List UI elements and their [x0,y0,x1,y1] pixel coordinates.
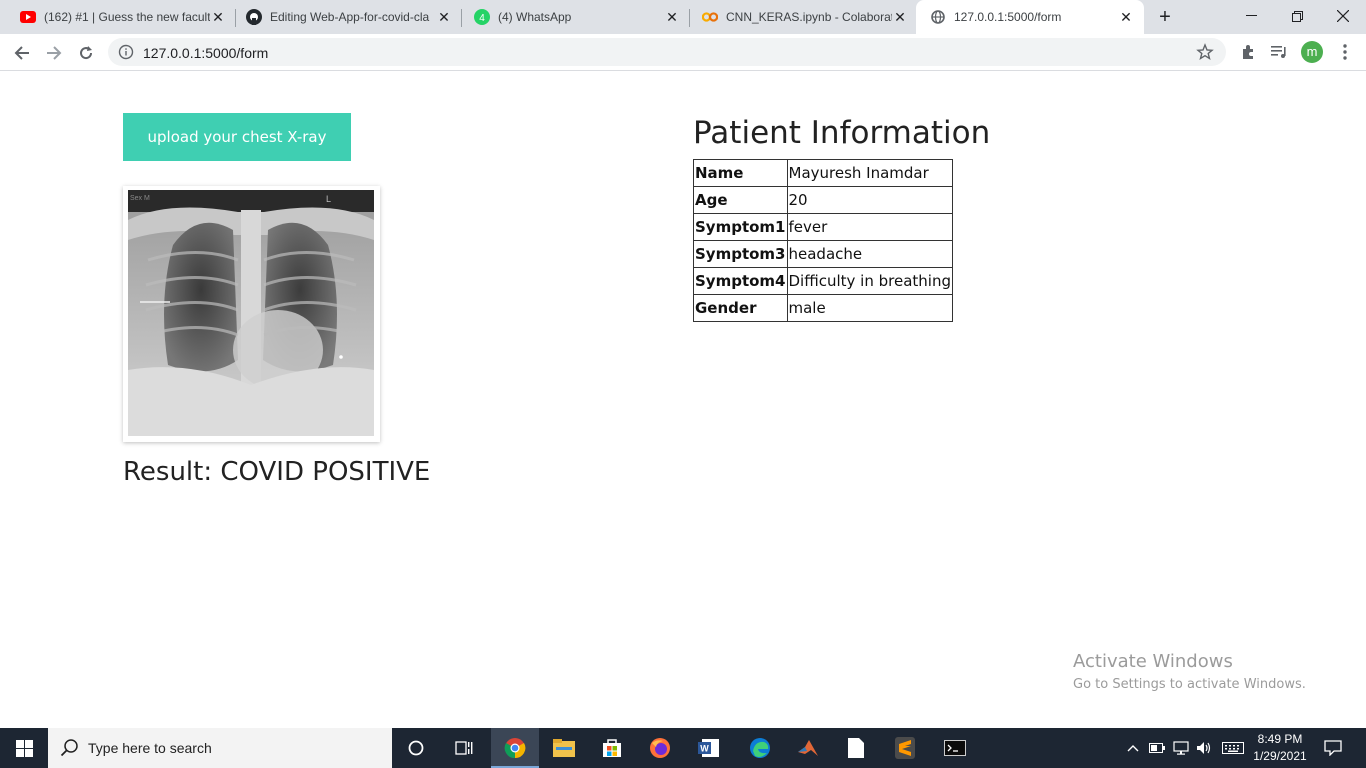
row-value: 20 [786,186,953,214]
minimize-icon[interactable] [1228,0,1274,32]
table-row: Age 20 [693,186,953,214]
url-text[interactable]: 127.0.0.1:5000/form [143,45,268,61]
close-tab-icon[interactable]: ✕ [892,9,908,25]
close-tab-icon[interactable]: ✕ [210,9,226,25]
row-label: Symptom3 [693,240,788,268]
close-tab-icon[interactable]: ✕ [664,9,680,25]
chrome-menu-icon[interactable] [1335,42,1355,62]
notifications-icon[interactable] [1318,728,1348,768]
reload-icon[interactable] [72,39,100,67]
result-text: Result: COVID POSITIVE [123,457,431,487]
microsoft-store-icon[interactable] [588,728,636,768]
svg-text:4: 4 [479,13,485,24]
table-row: Symptom3 headache [693,240,953,268]
new-tab-button[interactable]: + [1152,4,1178,30]
search-icon [60,738,80,758]
patient-info-title: Patient Information [693,115,991,151]
task-view-icon[interactable] [440,728,488,768]
whatsapp-icon: 4 [474,9,490,25]
tab-youtube[interactable]: (162) #1 | Guess the new facult ✕ [0,0,236,34]
tab-title: CNN_KERAS.ipynb - Colaborato [726,10,892,24]
xray-side-marker: L [326,194,331,204]
row-label: Gender [693,294,788,322]
bookmark-star-icon[interactable] [1196,43,1214,61]
windows-taskbar: Type here to search W 8:49 PM 1/29/2021 [0,728,1366,768]
patient-info-table: Name Mayuresh Inamdar Age 20 Symptom1 fever… [693,159,953,322]
clock-time: 8:49 PM [1257,732,1303,746]
youtube-icon [20,9,36,25]
terminal-icon[interactable] [931,728,979,768]
chest-xray-image: Sex M L [128,190,374,436]
xray-image-frame: Sex M L [123,186,380,442]
word-icon[interactable]: W [685,728,733,768]
volume-icon[interactable] [1195,728,1213,768]
back-icon[interactable] [8,39,36,67]
page-content: upload your chest X-ray Sex M L Result: … [0,71,1366,728]
close-tab-icon[interactable]: ✕ [436,9,452,25]
taskbar-search-box[interactable]: Type here to search [48,728,392,768]
row-label: Age [693,186,788,214]
globe-icon [930,9,946,25]
close-tab-icon[interactable]: ✕ [1118,9,1134,25]
browser-tab-strip: (162) #1 | Guess the new facult ✕ Editin… [0,0,1366,34]
row-value: Mayuresh Inamdar [786,159,953,187]
sublime-text-icon[interactable] [881,728,929,768]
table-row: Symptom4 Difficulty in breathing [693,267,953,295]
network-icon[interactable] [1172,728,1190,768]
tab-title: 127.0.0.1:5000/form [954,10,1062,24]
firefox-icon[interactable] [636,728,684,768]
row-label: Symptom1 [693,213,788,241]
tab-whatsapp[interactable]: 4 (4) WhatsApp ✕ [454,0,690,34]
forward-icon[interactable] [40,39,68,67]
cortana-icon[interactable] [392,728,440,768]
clock-date: 1/29/2021 [1253,749,1307,763]
show-hidden-icons-chevron-icon[interactable] [1124,728,1142,768]
activate-windows-watermark: Activate Windows Go to Settings to activ… [1073,651,1306,692]
row-value: fever [786,213,953,241]
row-label: Name [693,159,788,187]
search-placeholder: Type here to search [88,740,212,756]
close-window-icon[interactable] [1320,0,1366,32]
chrome-taskbar-icon[interactable] [491,728,539,768]
browser-toolbar: 127.0.0.1:5000/form m [0,34,1366,71]
row-value: Difficulty in breathing [786,267,953,295]
restore-icon[interactable] [1274,0,1320,32]
row-value: headache [786,240,953,268]
edge-icon[interactable] [736,728,784,768]
tab-title: (162) #1 | Guess the new facult [44,10,210,24]
github-icon [246,9,262,25]
table-row: Name Mayuresh Inamdar [693,159,953,187]
tab-title: Editing Web-App-for-covid-cla [270,10,430,24]
xray-corner-label: Sex M [130,195,150,202]
tab-form-active[interactable]: 127.0.0.1:5000/form ✕ [916,0,1144,34]
matlab-icon[interactable] [784,728,832,768]
upload-xray-button[interactable]: upload your chest X-ray [123,113,351,161]
battery-icon[interactable] [1148,728,1166,768]
tab-title: (4) WhatsApp [498,10,572,24]
site-info-icon[interactable] [118,44,134,60]
extensions-icon[interactable] [1238,42,1258,62]
tab-github[interactable]: Editing Web-App-for-covid-cla ✕ [226,0,462,34]
svg-text:W: W [700,744,709,754]
file-explorer-icon[interactable] [540,728,588,768]
address-bar[interactable]: 127.0.0.1:5000/form [108,38,1226,66]
table-row: Gender male [693,294,953,322]
windows-start-icon[interactable] [0,728,48,768]
table-row: Symptom1 fever [693,213,953,241]
notepad-icon[interactable] [832,728,880,768]
taskbar-clock[interactable]: 8:49 PM 1/29/2021 [1240,731,1320,765]
tab-colab[interactable]: CNN_KERAS.ipynb - Colaborato ✕ [682,0,918,34]
media-control-icon[interactable] [1270,42,1290,62]
profile-avatar[interactable]: m [1301,41,1323,63]
row-value: male [786,294,953,322]
row-label: Symptom4 [693,267,788,295]
colab-icon [702,9,718,25]
watermark-line2: Go to Settings to activate Windows. [1073,677,1306,692]
watermark-line1: Activate Windows [1073,651,1233,672]
